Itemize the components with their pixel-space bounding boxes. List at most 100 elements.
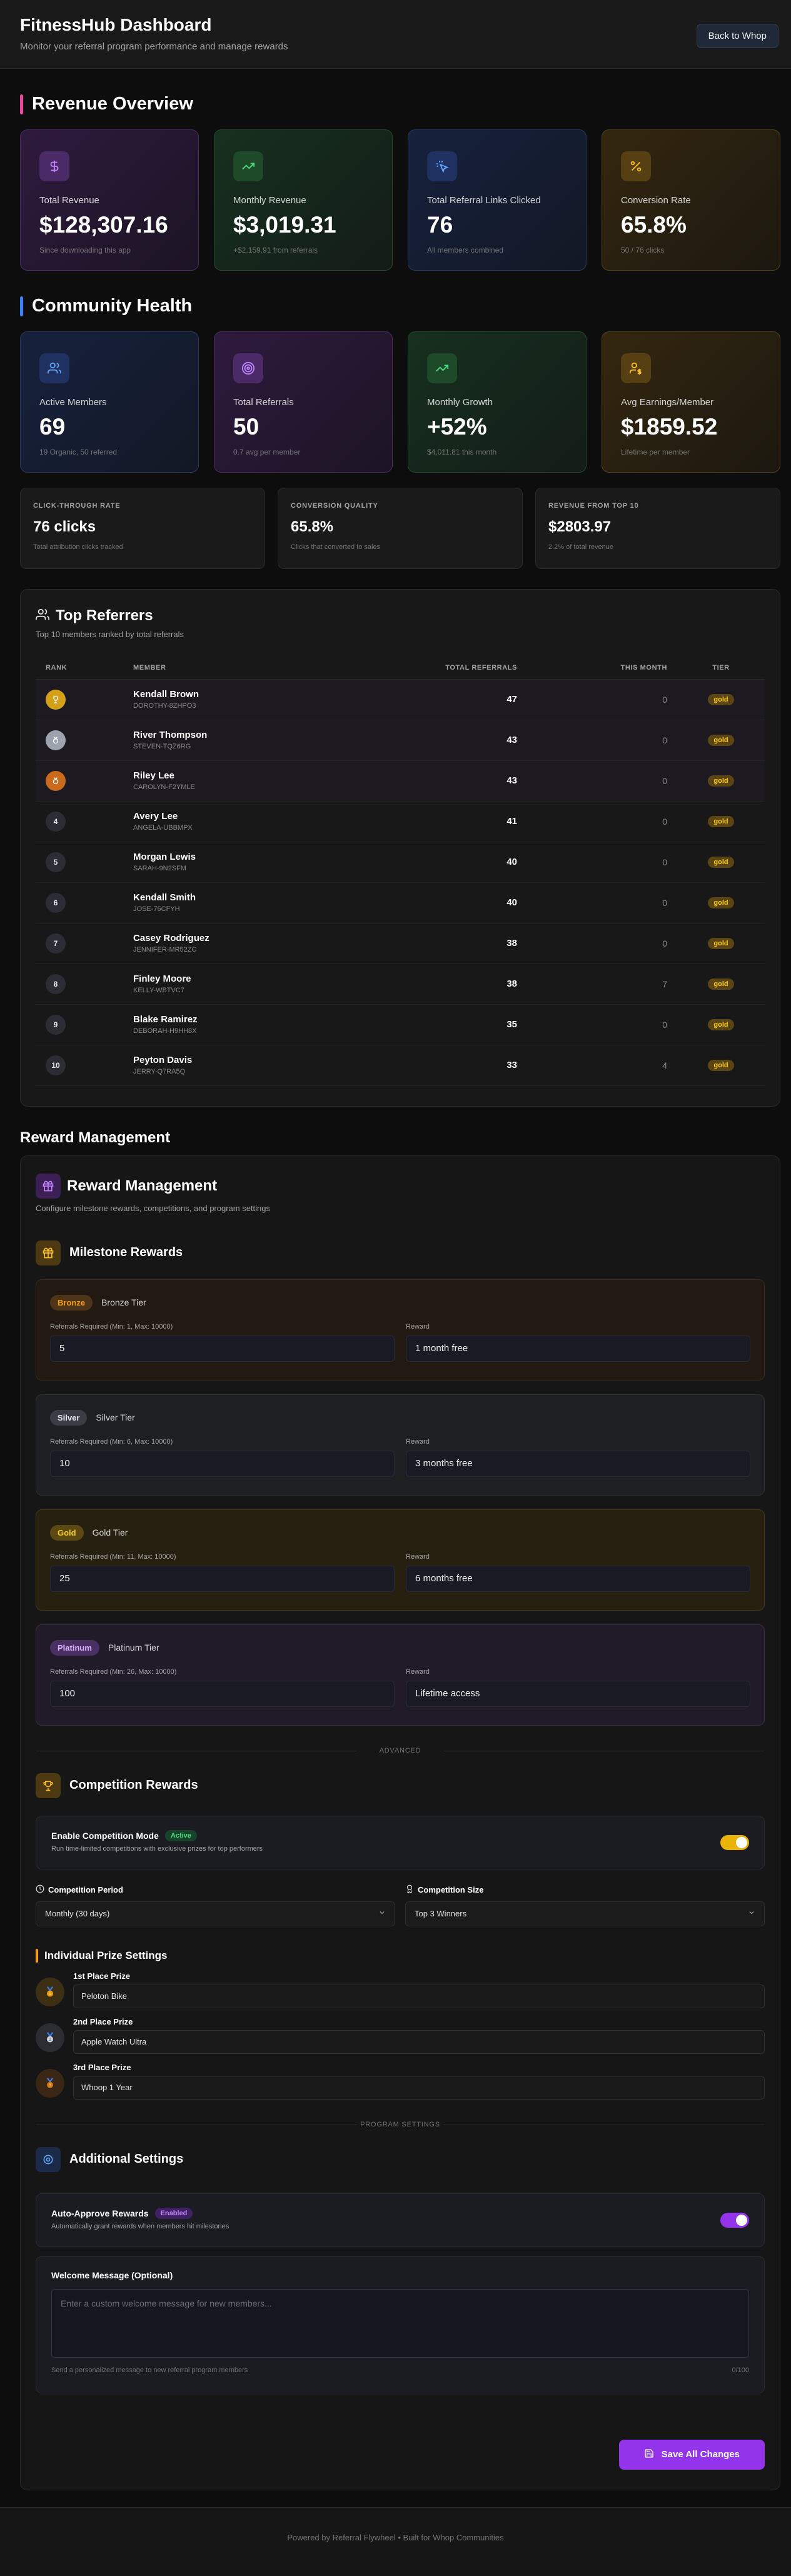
stat-card-monthly-growth: Monthly Growth +52% $4,011.81 this month bbox=[408, 331, 587, 473]
req-label: Referrals Required (Min: 6, Max: 10000) bbox=[50, 1437, 173, 1446]
stat-label: Total Referrals bbox=[233, 397, 294, 408]
second-prize-input[interactable]: Apple Watch Ultra bbox=[73, 2030, 765, 2054]
tier-pill: Gold bbox=[50, 1524, 84, 1541]
milestone-heading: Milestone Rewards bbox=[36, 1240, 765, 1265]
total-referrals: 38 bbox=[402, 963, 527, 1005]
first-prize-input[interactable]: Peloton Bike bbox=[73, 1984, 765, 2008]
mini-value: 65.8% bbox=[291, 518, 334, 535]
mini-label: CLICK-THROUGH RATE bbox=[33, 502, 121, 510]
member-handle: SARAH-9N2SFM bbox=[133, 865, 186, 872]
tier-badge: gold bbox=[708, 1060, 734, 1071]
total-referrals: 40 bbox=[402, 882, 527, 923]
month-referrals: 0 bbox=[527, 882, 677, 923]
size-value: Top 3 Winners bbox=[415, 1909, 467, 1918]
stat-label: Total Referral Links Clicked bbox=[427, 195, 541, 206]
save-all-button[interactable]: Save All Changes bbox=[618, 2439, 765, 2470]
auto-approve-toggle[interactable] bbox=[720, 2212, 749, 2228]
section-accent-bar bbox=[20, 94, 23, 114]
table-header-row: RANK MEMBER TOTAL REFERRALS THIS MONTH T… bbox=[36, 657, 765, 680]
referrals-required-input[interactable]: 5 bbox=[50, 1335, 395, 1362]
table-row: 4 Avery Lee ANGELA-UBBMPX 41 0 gold bbox=[36, 801, 765, 842]
competition-title: Competition Rewards bbox=[69, 1778, 198, 1792]
stat-value: 69 bbox=[39, 414, 66, 440]
trophy-icon bbox=[36, 1773, 61, 1798]
prize-label: 3rd Place Prize bbox=[73, 2062, 131, 2072]
referrals-required-input[interactable]: 100 bbox=[50, 1680, 395, 1707]
member-handle: STEVEN-TQZ6RG bbox=[133, 743, 191, 750]
tier-pill: Platinum bbox=[50, 1639, 99, 1656]
reward-input[interactable]: 6 months free bbox=[406, 1565, 750, 1592]
referrals-required-input[interactable]: 25 bbox=[50, 1565, 395, 1592]
third-prize-input[interactable]: Whoop 1 Year bbox=[73, 2075, 765, 2100]
trending-up-icon bbox=[233, 151, 263, 181]
member-name: Riley Lee bbox=[133, 770, 174, 781]
chevron-down-icon bbox=[378, 1909, 386, 1918]
stat-sub: Since downloading this app bbox=[39, 246, 131, 254]
col-month: THIS MONTH bbox=[527, 657, 677, 680]
reward-input[interactable]: Lifetime access bbox=[406, 1680, 750, 1707]
tier-badge: gold bbox=[708, 694, 734, 705]
revenue-section-title: Revenue Overview bbox=[20, 94, 781, 114]
target-icon bbox=[233, 353, 263, 383]
community-section-title: Community Health bbox=[20, 296, 781, 316]
page-header: FitnessHub Dashboard Monitor your referr… bbox=[0, 0, 791, 69]
stat-card-conversion-rate: Conversion Rate 65.8% 50 / 76 clicks bbox=[602, 129, 780, 271]
month-referrals: 0 bbox=[527, 720, 677, 761]
welcome-message-textarea[interactable]: Enter a custom welcome message for new m… bbox=[51, 2288, 749, 2358]
req-label: Referrals Required (Min: 11, Max: 10000) bbox=[50, 1552, 176, 1561]
rank-number: 7 bbox=[46, 933, 66, 953]
member-name: Kendall Smith bbox=[133, 892, 196, 903]
month-referrals: 4 bbox=[527, 1045, 677, 1086]
reward-input[interactable]: 3 months free bbox=[406, 1450, 750, 1477]
back-to-whop-button[interactable]: Back to Whop bbox=[696, 24, 778, 48]
gift-icon bbox=[36, 1240, 61, 1265]
month-referrals: 0 bbox=[527, 760, 677, 802]
table-row: Kendall Brown DOROTHY-8ZHPO3 47 0 gold bbox=[36, 679, 765, 720]
svg-text:2: 2 bbox=[49, 2038, 51, 2042]
member-name: Casey Rodriguez bbox=[133, 933, 209, 943]
prize-heading-text: Individual Prize Settings bbox=[44, 1949, 168, 1961]
status-badge: Active bbox=[164, 1829, 197, 1841]
total-referrals: 43 bbox=[402, 720, 527, 761]
stat-label: Total Revenue bbox=[39, 195, 99, 206]
col-member: MEMBER bbox=[123, 657, 402, 680]
month-referrals: 7 bbox=[527, 963, 677, 1005]
medal-icon bbox=[46, 730, 66, 750]
period-label: Competition Period bbox=[48, 1884, 123, 1894]
size-label: Competition Size bbox=[418, 1884, 484, 1894]
stat-value: 50 bbox=[233, 414, 259, 440]
member-name: Blake Ramirez bbox=[133, 1014, 198, 1025]
competition-period-select[interactable]: Monthly (30 days) bbox=[36, 1901, 395, 1926]
table-row: 8 Finley Moore KELLY-WBTVC7 38 7 gold bbox=[36, 963, 765, 1005]
top-referrers-title: Top Referrers bbox=[36, 607, 765, 625]
mini-value: $2803.97 bbox=[548, 518, 612, 535]
settings-icon bbox=[36, 2146, 61, 2172]
rank-number: 6 bbox=[46, 892, 66, 913]
req-label: Referrals Required (Min: 1, Max: 10000) bbox=[50, 1322, 173, 1331]
competition-toggle-title: Enable Competition Mode bbox=[51, 1830, 159, 1841]
member-handle: DEBORAH-H9HH8X bbox=[133, 1027, 197, 1035]
member-handle: CAROLYN-F2YMLE bbox=[133, 783, 195, 791]
rank-number: 9 bbox=[46, 1014, 66, 1035]
reward-management-heading: Reward Management bbox=[20, 1129, 171, 1146]
save-all-label: Save All Changes bbox=[661, 2449, 740, 2460]
trophy-icon bbox=[46, 689, 66, 710]
rank-number: 10 bbox=[46, 1055, 66, 1075]
reward-input[interactable]: 1 month free bbox=[406, 1335, 750, 1362]
month-referrals: 0 bbox=[527, 923, 677, 964]
competition-size-select[interactable]: Top 3 Winners bbox=[405, 1901, 765, 1926]
stat-card-active-members: Active Members 69 19 Organic, 50 referre… bbox=[20, 331, 199, 473]
welcome-hint: Send a personalized message to new refer… bbox=[51, 2366, 248, 2374]
page-subtitle: Monitor your referral program performanc… bbox=[20, 41, 288, 52]
medal-icon bbox=[46, 770, 66, 791]
table-row: 10 Peyton Davis JERRY-Q7RA5Q 33 4 gold bbox=[36, 1045, 765, 1086]
member-handle: JERRY-Q7RA5Q bbox=[133, 1068, 186, 1075]
table-row: River Thompson STEVEN-TQZ6RG 43 0 gold bbox=[36, 720, 765, 761]
stat-sub: 19 Organic, 50 referred bbox=[39, 448, 118, 456]
tier-name: Gold Tier bbox=[92, 1527, 128, 1537]
reward-label: Reward bbox=[406, 1437, 430, 1446]
section-accent-bar bbox=[20, 296, 23, 316]
competition-toggle[interactable] bbox=[720, 1834, 749, 1850]
welcome-message-card: Welcome Message (Optional) Enter a custo… bbox=[36, 2255, 765, 2393]
referrals-required-input[interactable]: 10 bbox=[50, 1450, 395, 1477]
